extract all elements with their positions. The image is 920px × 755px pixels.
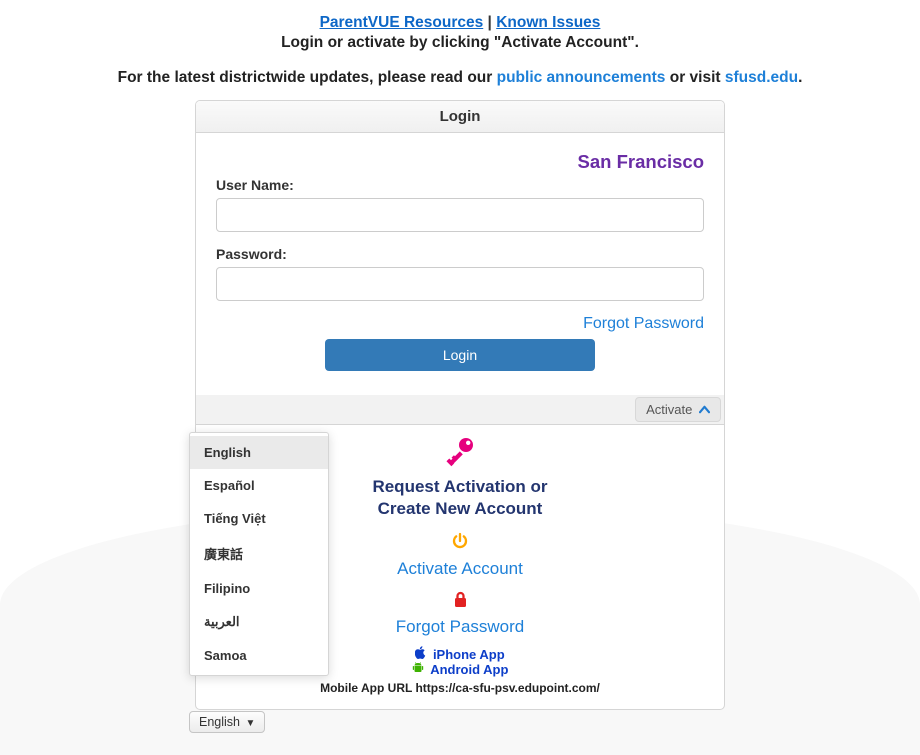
header-activate-instruction: Login or activate by clicking "Activate … bbox=[0, 34, 920, 52]
activate-toggle-button[interactable]: Activate bbox=[635, 397, 721, 422]
login-button[interactable]: Login bbox=[325, 339, 595, 371]
language-option[interactable]: العربية bbox=[190, 605, 328, 639]
caret-down-icon: ▼ bbox=[245, 718, 255, 729]
android-app-link[interactable]: Android App bbox=[430, 662, 508, 677]
chevron-up-icon bbox=[699, 402, 710, 417]
header-separator: | bbox=[483, 14, 496, 31]
header-updates: For the latest districtwide updates, ple… bbox=[0, 69, 920, 87]
password-input[interactable] bbox=[216, 267, 704, 301]
header-links: ParentVUE Resources | Known Issues bbox=[0, 14, 920, 32]
iphone-app-link[interactable]: iPhone App bbox=[433, 647, 505, 662]
forgot-password-link[interactable]: Forgot Password bbox=[583, 315, 704, 332]
forgot-password-link-2[interactable]: Forgot Password bbox=[396, 617, 525, 637]
apple-icon bbox=[415, 647, 430, 662]
password-label: Password: bbox=[216, 246, 704, 262]
activate-toggle-row: Activate bbox=[196, 395, 724, 424]
language-option[interactable]: Samoa bbox=[190, 639, 328, 672]
username-input[interactable] bbox=[216, 198, 704, 232]
language-option[interactable]: 廣東話 bbox=[190, 535, 328, 572]
language-option[interactable]: Español bbox=[190, 469, 328, 502]
username-label: User Name: bbox=[216, 177, 704, 193]
language-option[interactable]: Tiếng Việt bbox=[190, 502, 328, 535]
activate-account-link[interactable]: Activate Account bbox=[397, 559, 523, 579]
android-icon bbox=[412, 662, 428, 677]
login-panel-title: Login bbox=[196, 101, 724, 133]
language-selector-button[interactable]: English ▼ bbox=[189, 711, 265, 733]
sfusd-link[interactable]: sfusd.edu bbox=[725, 69, 798, 86]
public-announcements-link[interactable]: public announcements bbox=[497, 69, 666, 86]
language-option[interactable]: Filipino bbox=[190, 572, 328, 605]
parentvue-resources-link[interactable]: ParentVUE Resources bbox=[320, 14, 484, 31]
language-option[interactable]: English bbox=[190, 436, 328, 469]
known-issues-link[interactable]: Known Issues bbox=[496, 14, 600, 31]
district-name: San Francisco bbox=[216, 151, 704, 173]
mobile-app-url: Mobile App URL https://ca-sfu-psv.edupoi… bbox=[216, 681, 704, 695]
language-dropdown-menu[interactable]: English Español Tiếng Việt 廣東話 Filipino … bbox=[189, 432, 329, 676]
